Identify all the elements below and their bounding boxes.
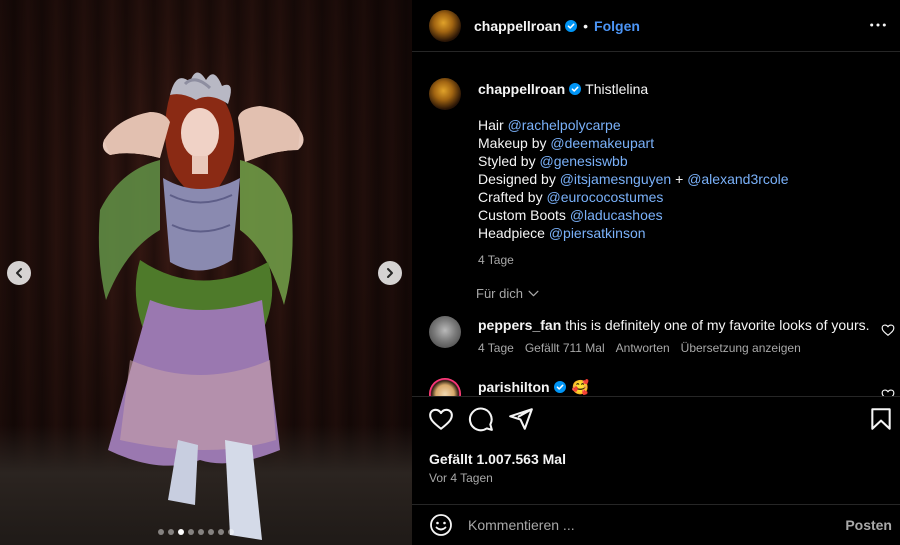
caption-title: Thistlelina: [585, 81, 649, 97]
previous-image-button[interactable]: [7, 261, 31, 285]
chevron-left-icon: [16, 268, 22, 278]
caption-credit-line: Designed by @itsjamesnguyen + @alexand3r…: [478, 170, 888, 188]
post-header: chappellroan • Folgen: [412, 0, 900, 51]
likes-count[interactable]: Gefällt 1.007.563 Mal: [429, 451, 566, 467]
verified-badge-icon: [569, 83, 582, 95]
comment-item: parishilton 🥰: [429, 378, 589, 396]
credit-label: Makeup by: [478, 135, 551, 151]
post-actions-bar: [412, 406, 900, 436]
header-separator: •: [583, 17, 589, 34]
credit-label: Crafted by: [478, 189, 547, 205]
credit-separator: +: [671, 171, 688, 187]
comment-like-heart-icon[interactable]: [881, 388, 895, 396]
comment-author-avatar[interactable]: [429, 316, 461, 348]
credit-mention-link[interactable]: @eurococostumes: [546, 189, 663, 205]
next-image-button[interactable]: [378, 261, 402, 285]
caption-credit-line: Custom Boots @laducashoes: [478, 206, 888, 224]
follow-button[interactable]: Folgen: [594, 18, 640, 34]
comment-icon[interactable]: [468, 406, 494, 432]
credit-mention-link[interactable]: @deemakeupart: [550, 135, 654, 151]
bookmark-icon[interactable]: [868, 406, 894, 432]
author-avatar[interactable]: [429, 9, 461, 42]
comment-author-username[interactable]: peppers_fan: [478, 317, 561, 333]
for-you-label: Für dich: [476, 286, 523, 301]
for-you-dropdown[interactable]: Für dich: [476, 286, 539, 301]
credit-mention-link[interactable]: @genesiswbb: [539, 153, 627, 169]
carousel-dot: [168, 529, 174, 535]
more-options-button[interactable]: [868, 16, 888, 34]
author-username[interactable]: chappellroan: [474, 18, 561, 34]
post-date: Vor 4 Tagen: [429, 471, 493, 485]
credit-mention-link[interactable]: @itsjamesnguyen: [560, 171, 672, 187]
comment-input[interactable]: [468, 517, 846, 533]
verified-badge-icon: [565, 19, 578, 32]
comment-text: this is definitely one of my favorite lo…: [565, 317, 870, 333]
share-icon[interactable]: [508, 406, 534, 432]
comment-author-username[interactable]: parishilton: [478, 379, 550, 395]
carousel-dot: [218, 529, 224, 535]
post-media[interactable]: [0, 0, 412, 545]
caption-credit-line: Styled by @genesiswbb: [478, 152, 888, 170]
credit-label: Designed by: [478, 171, 560, 187]
caption-credit-line: Makeup by @deemakeupart: [478, 134, 888, 152]
emoji-icon[interactable]: [429, 513, 453, 537]
credit-label: Headpiece: [478, 225, 549, 241]
heart-icon[interactable]: [428, 406, 454, 432]
post-comment-button[interactable]: Posten: [845, 517, 892, 533]
caption-author-avatar[interactable]: [429, 78, 461, 110]
carousel-dot: [178, 529, 184, 535]
comment-age: 4 Tage: [478, 341, 514, 355]
comments-scroll-area[interactable]: chappellroan Thistlelina Hair @rachelpoly…: [412, 52, 900, 396]
carousel-dot: [188, 529, 194, 535]
comment-reply-button[interactable]: Antworten: [616, 341, 670, 355]
comment-likes-count[interactable]: Gefällt 711 Mal: [525, 341, 605, 355]
caption-credit-line: Hair @rachelpolycarpe: [478, 116, 888, 134]
credit-mention-link[interactable]: @laducashoes: [570, 207, 663, 223]
carousel-dot: [198, 529, 204, 535]
credit-mention-link[interactable]: @piersatkinson: [549, 225, 646, 241]
actions-divider: [412, 396, 900, 397]
comment-composer: Posten: [412, 505, 900, 545]
credit-label: Hair: [478, 117, 508, 133]
post-photo: [98, 72, 304, 540]
more-dots-icon: [870, 23, 886, 27]
carousel-dot: [228, 529, 234, 535]
carousel-dot: [158, 529, 164, 535]
credit-label: Styled by: [478, 153, 540, 169]
credit-label: Custom Boots: [478, 207, 570, 223]
post-side-panel: chappellroan • Folgen chappellroan Thistl…: [412, 0, 900, 545]
carousel-indicator: [158, 529, 234, 535]
comment-like-heart-icon[interactable]: [881, 323, 895, 337]
caption-author-username[interactable]: chappellroan: [478, 81, 565, 97]
credit-mention-link[interactable]: @alexand3rcole: [687, 171, 788, 187]
comment-item: peppers_fan this is definitely one of my …: [429, 316, 870, 355]
carousel-dot: [208, 529, 214, 535]
verified-badge-icon: [553, 381, 566, 393]
caption-age: 4 Tage: [478, 253, 514, 267]
chevron-right-icon: [387, 268, 393, 278]
comment-translate-button[interactable]: Übersetzung anzeigen: [681, 341, 801, 355]
chevron-down-icon: [528, 290, 539, 297]
post-caption: chappellroan Thistlelina Hair @rachelpoly…: [429, 78, 888, 267]
caption-credits: Hair @rachelpolycarpe Makeup by @deemakeu…: [478, 116, 888, 242]
caption-credit-line: Headpiece @piersatkinson: [478, 224, 888, 242]
caption-credit-line: Crafted by @eurococostumes: [478, 188, 888, 206]
comment-text: 🥰: [571, 379, 589, 395]
comment-author-avatar[interactable]: [429, 378, 461, 396]
credit-mention-link[interactable]: @rachelpolycarpe: [508, 117, 621, 133]
